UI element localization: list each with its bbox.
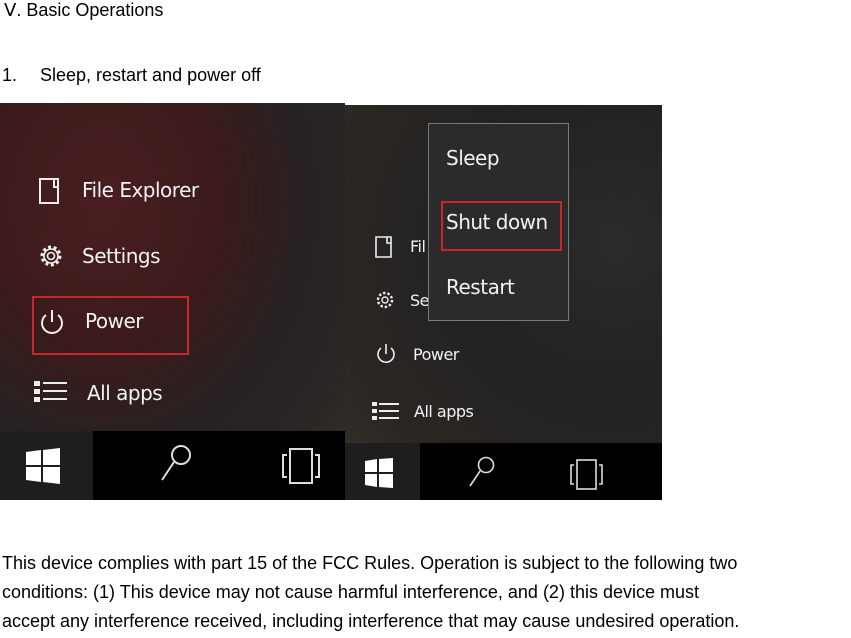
file-explorer-icon — [39, 178, 59, 204]
menu-item-power[interactable]: Power — [413, 345, 459, 364]
search-icon[interactable] — [160, 443, 194, 483]
windows-start-icon[interactable] — [365, 458, 393, 488]
power-icon — [377, 344, 395, 363]
menu-item-settings[interactable]: Settings — [82, 244, 161, 268]
menu-item-shut-down[interactable]: Shut down — [446, 210, 548, 234]
fcc-line: conditions: (1) This device may not caus… — [2, 582, 699, 602]
power-menu-screenshot: Fil Se Power All apps Sleep Shut down Re… — [345, 105, 662, 500]
task-view-icon[interactable] — [282, 448, 322, 486]
file-explorer-icon — [375, 236, 392, 258]
subsection-title: Sleep, restart and power off — [40, 65, 261, 85]
start-menu-screenshot: File Explorer Settings Power All apps — [0, 103, 345, 500]
fcc-line: This device complies with part 15 of the… — [2, 553, 738, 573]
windows-start-icon[interactable] — [26, 448, 60, 484]
menu-item-sleep[interactable]: Sleep — [446, 146, 500, 170]
menu-item-file-explorer[interactable]: File Explorer — [82, 178, 199, 202]
all-apps-list-icon — [372, 402, 399, 420]
subsection-number: 1. — [2, 65, 18, 85]
settings-gear-icon — [40, 245, 62, 267]
fcc-statement: This device complies with part 15 of the… — [2, 549, 851, 636]
menu-item-restart[interactable]: Restart — [446, 275, 515, 299]
search-icon[interactable] — [468, 455, 496, 489]
settings-gear-icon — [376, 291, 394, 309]
task-view-icon[interactable] — [570, 459, 604, 491]
taskbar — [345, 443, 662, 500]
menu-item-settings-partial[interactable]: Se — [410, 291, 430, 310]
power-icon — [41, 310, 63, 334]
fcc-line: accept any interference received, includ… — [2, 611, 740, 631]
all-apps-list-icon — [34, 381, 67, 402]
menu-item-power[interactable]: Power — [85, 309, 143, 333]
menu-item-all-apps[interactable]: All apps — [414, 402, 474, 421]
taskbar — [0, 431, 345, 500]
section-heading: Ⅴ. Basic Operations — [4, 0, 164, 20]
menu-item-all-apps[interactable]: All apps — [87, 381, 163, 405]
menu-item-file-explorer-partial[interactable]: Fil — [410, 237, 426, 256]
power-options-menu: Sleep Shut down Restart — [428, 123, 569, 321]
